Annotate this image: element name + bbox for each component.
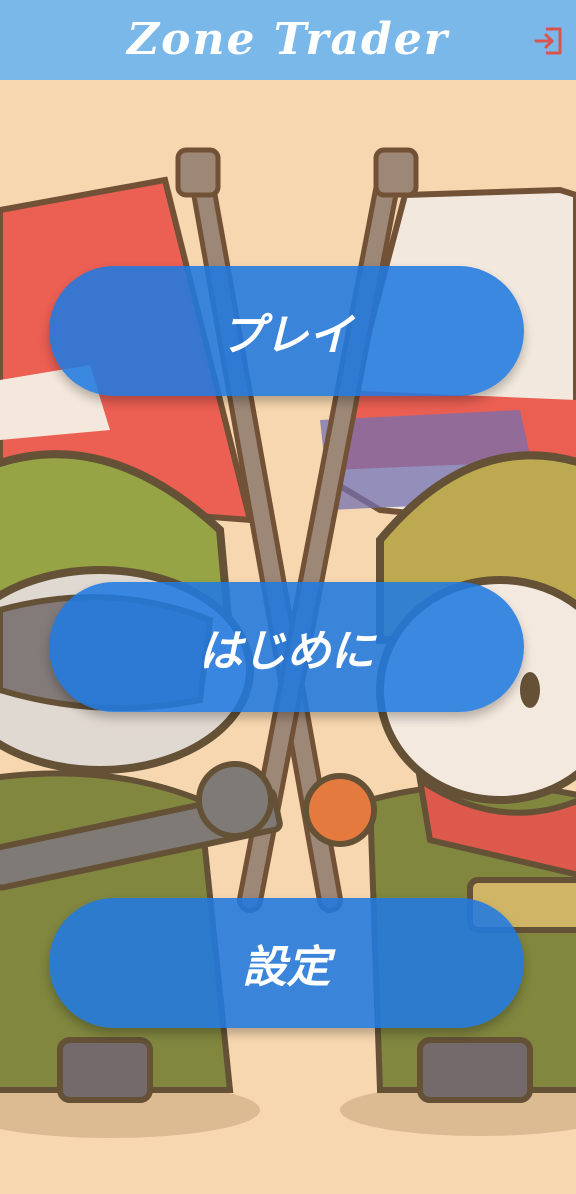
app-title: Zone Trader bbox=[127, 14, 449, 65]
logout-icon-graphic bbox=[534, 27, 562, 55]
logout-icon[interactable] bbox=[532, 24, 566, 58]
play-button[interactable]: プレイ bbox=[49, 266, 524, 396]
intro-button[interactable]: はじめに bbox=[49, 582, 524, 712]
settings-button[interactable]: 設定 bbox=[49, 898, 524, 1028]
app-header: Zone Trader bbox=[0, 0, 576, 80]
